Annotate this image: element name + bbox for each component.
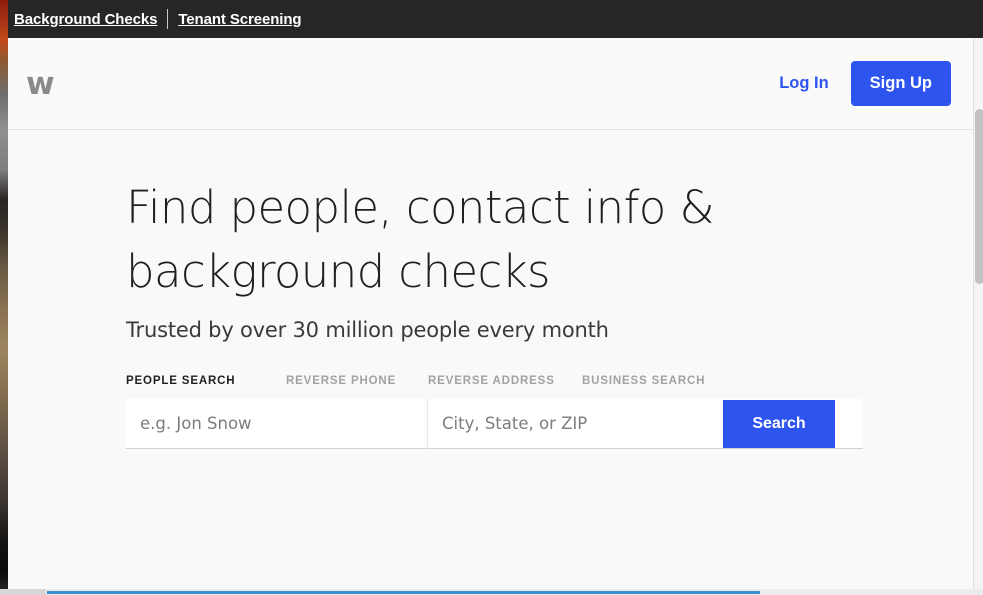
page-title: Find people, contact info & background c…: [126, 181, 715, 298]
site-logo[interactable]: w: [26, 69, 55, 100]
location-search-input[interactable]: [428, 398, 723, 449]
log-in-link[interactable]: Log In: [779, 74, 828, 93]
topbar-divider: [167, 9, 169, 29]
bottom-left-indicator: [0, 589, 46, 595]
search-bar: Search: [126, 398, 863, 449]
page-content: w Log In Sign Up Find people, contact in…: [8, 38, 973, 595]
header-actions: Log In Sign Up: [779, 61, 951, 106]
hero-section: Find people, contact info & background c…: [8, 130, 973, 449]
site-header: w Log In Sign Up: [8, 38, 973, 130]
search-tabs: People Search Reverse Phone Reverse Addr…: [126, 375, 863, 394]
name-search-input[interactable]: [126, 398, 428, 449]
tab-people-search[interactable]: People Search: [126, 375, 286, 387]
search-button[interactable]: Search: [723, 399, 835, 448]
scrollbar-thumb[interactable]: [975, 109, 983, 284]
page-load-progress-bar: [47, 591, 760, 594]
vertical-scrollbar[interactable]: [973, 38, 983, 595]
tab-reverse-address[interactable]: Reverse Address: [428, 375, 582, 387]
search-widget: People Search Reverse Phone Reverse Addr…: [126, 375, 863, 449]
topbar-link-tenant-screening[interactable]: Tenant Screening: [178, 11, 301, 28]
tab-business-search[interactable]: Business Search: [582, 375, 722, 387]
background-photo-strip: [0, 0, 8, 595]
top-navigation-bar: Background Checks Tenant Screening: [0, 0, 983, 38]
topbar-link-background-checks[interactable]: Background Checks: [14, 11, 157, 28]
tab-reverse-phone[interactable]: Reverse Phone: [286, 375, 428, 387]
page-subtitle: Trusted by over 30 million people every …: [126, 317, 609, 342]
sign-up-button[interactable]: Sign Up: [850, 61, 951, 106]
